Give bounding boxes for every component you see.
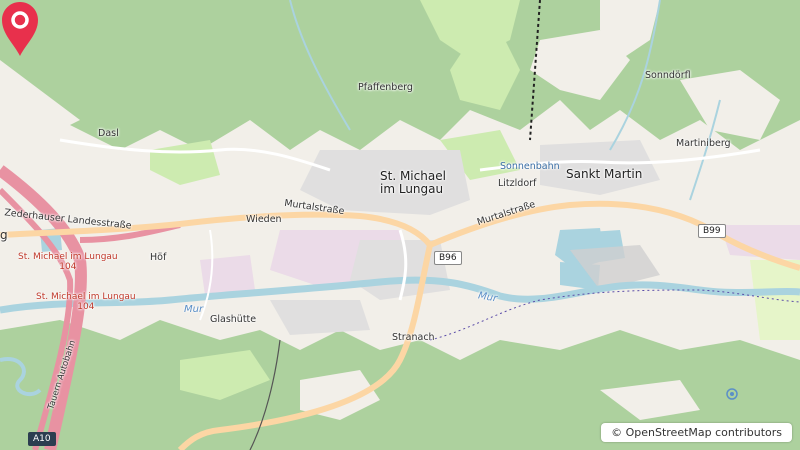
place-pfaffenberg: Pfaffenberg (358, 82, 413, 93)
exit-104-south: St. Michael im Lungau 104 (36, 292, 136, 312)
place-dasl: Dasl (98, 128, 119, 139)
map-poi-icon (726, 388, 738, 400)
map-attribution[interactable]: © OpenStreetMap contributors (601, 423, 792, 442)
label-fragment: g (0, 228, 8, 242)
place-sonndoerfl: Sonndörfl (645, 70, 691, 81)
shield-b99: B99 (698, 224, 726, 238)
place-st-michael: St. Michael im Lungau (380, 169, 446, 196)
shield-a10: A10 (28, 432, 56, 446)
place-glashuette: Glashütte (210, 314, 257, 325)
river-mur-west: Mur (184, 304, 204, 315)
place-litzldorf: Litzldorf (498, 178, 537, 189)
sonnenbahn-label: Sonnenbahn (500, 161, 560, 172)
shield-b96: B96 (434, 251, 462, 265)
exit-104-north: St. Michael im Lungau 104 (18, 252, 118, 272)
location-pin-icon[interactable] (0, 0, 40, 58)
place-hof: Höf (150, 252, 167, 263)
place-stranach: Stranach (392, 332, 435, 343)
map-canvas[interactable]: Pfaffenberg Sonndörfl Dasl Martiniberg S… (0, 0, 800, 450)
place-sankt-martin: Sankt Martin (566, 167, 643, 181)
place-wieden: Wieden (246, 214, 282, 225)
place-martiniberg: Martiniberg (676, 138, 731, 149)
